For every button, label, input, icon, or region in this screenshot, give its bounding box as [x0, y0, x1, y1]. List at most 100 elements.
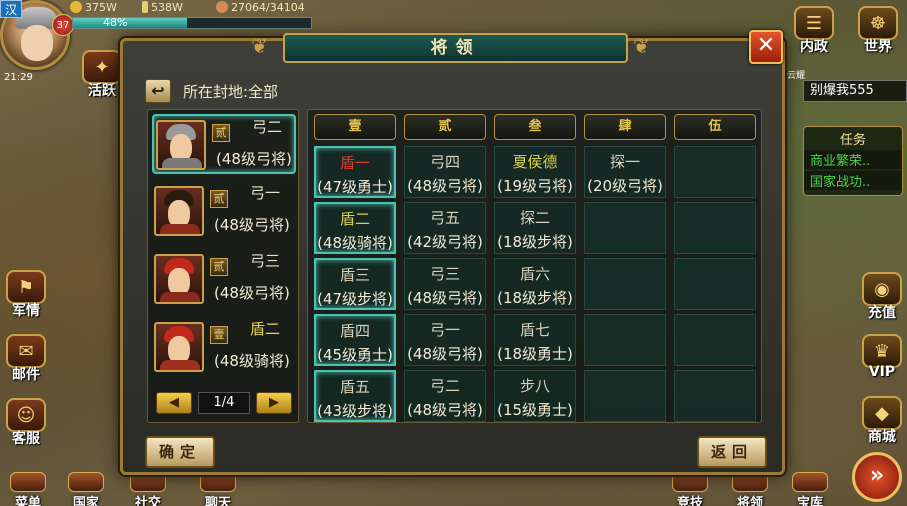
slot-general-level-class: (48级弓将) — [407, 345, 483, 363]
empty-formation-slot[interactable] — [674, 370, 756, 422]
slot-general-level-class: (48级弓将) — [407, 289, 483, 307]
formation-slot[interactable]: 盾二 (48级骑将) — [314, 202, 396, 254]
empty-formation-slot[interactable] — [584, 258, 666, 310]
military-report-icon: ⚑ — [6, 270, 46, 304]
world-button[interactable]: ☸ 世界 — [852, 6, 904, 58]
menu-label: 菜单 — [14, 496, 41, 506]
left-ornament-icon: ❦ — [251, 34, 268, 58]
social-icon — [130, 472, 166, 492]
close-modal-button[interactable]: ✕ — [749, 30, 783, 64]
confirm-button[interactable]: 确定 — [145, 436, 215, 468]
domestic-affairs-button[interactable]: ☰ 内政 — [788, 6, 840, 58]
chat-label: 聊天 — [204, 496, 231, 506]
slot-general-level-class: (47级步将) — [317, 290, 393, 308]
slot-general-name: 探一 — [609, 153, 640, 171]
slot-general-level-class: (18级步将) — [497, 289, 573, 307]
shop-label: 商城 — [868, 429, 896, 445]
mail-button[interactable]: ✉ 邮件 — [0, 334, 52, 386]
vip-button[interactable]: ♛ VIP — [856, 334, 907, 386]
formation-slot[interactable]: 盾七 (18级勇士) — [494, 314, 576, 366]
treasury-button[interactable]: 宝库 — [782, 472, 838, 506]
column-header-5: 伍 — [674, 114, 756, 140]
service-maiden-icon: ☺ — [6, 398, 46, 432]
recharge-button[interactable]: ◉ 充值 — [856, 272, 907, 324]
gold-value: 375W — [85, 1, 117, 14]
chat-button[interactable]: 聊天 — [190, 472, 246, 506]
general-level-class: (48级弓将) — [214, 216, 290, 234]
general-card-1[interactable]: 贰 弓二 (48级弓将) — [152, 114, 296, 174]
formation-slot[interactable]: 弓一 (48级弓将) — [404, 314, 486, 366]
slot-general-name: 盾七 — [519, 321, 550, 339]
social-button[interactable]: 社交 — [120, 472, 176, 506]
formation-slot[interactable]: 弓三 (48级弓将) — [404, 258, 486, 310]
nation-button[interactable]: 国家 — [58, 472, 114, 506]
formation-slot[interactable]: 盾六 (18级步将) — [494, 258, 576, 310]
formation-slot[interactable]: 弓二 (48级弓将) — [404, 370, 486, 422]
quick-action-icon[interactable]: » — [852, 452, 902, 502]
palace-icon — [68, 472, 104, 492]
arena-button[interactable]: 竞技 — [662, 472, 718, 506]
task-panel[interactable]: 任务 商业繁荣.. 国家战功.. — [803, 126, 903, 196]
mail-scroll-icon: ✉ — [6, 334, 46, 368]
fief-filter-label[interactable]: 所在封地:全部 — [183, 81, 278, 102]
formation-slot[interactable]: 盾一 (47级勇士) — [314, 146, 396, 198]
formation-slot[interactable]: 盾五 (43级步将) — [314, 370, 396, 422]
slot-general-name: 盾五 — [339, 378, 370, 396]
menu-button[interactable]: 菜单 — [0, 472, 56, 506]
mail-label: 邮件 — [12, 367, 40, 383]
treasure-icon — [792, 472, 828, 492]
empty-formation-slot[interactable] — [584, 314, 666, 366]
chat-message-bar[interactable]: 别爆我555 — [803, 80, 907, 102]
formation-slot[interactable]: 夏侯德 (19级弓将) — [494, 146, 576, 198]
generals-button[interactable]: 将领 — [722, 472, 778, 506]
slot-general-level-class: (47级勇士) — [317, 178, 393, 196]
empty-formation-slot[interactable] — [584, 202, 666, 254]
general-portrait — [154, 186, 204, 236]
empty-formation-slot[interactable] — [674, 146, 756, 198]
slot-general-level-class: (18级步将) — [497, 233, 573, 251]
back-button[interactable]: 返回 — [697, 436, 767, 468]
formation-slot[interactable]: 步八 (15级勇士) — [494, 370, 576, 422]
task-item-national-merit[interactable]: 国家战功.. — [804, 171, 902, 190]
general-card-2[interactable]: 贰 弓一 (48级弓将) — [152, 182, 296, 242]
empty-formation-slot[interactable] — [674, 202, 756, 254]
generals-modal: ❦ 将领 ❦ ↩ 所在封地:全部 贰 弓二 (48级弓将) 贰 弓一 (48级弓… — [120, 33, 785, 475]
military-report-button[interactable]: ⚑ 军情 — [0, 270, 52, 322]
slot-general-level-class: (43级步将) — [317, 402, 393, 420]
modal-title: 将领 — [283, 33, 628, 63]
empty-formation-slot[interactable] — [674, 258, 756, 310]
dragon-world-icon: ☸ — [858, 6, 898, 40]
slot-general-name: 步八 — [519, 377, 550, 395]
return-arrow-icon[interactable]: ↩ — [145, 79, 171, 103]
military-report-label: 军情 — [12, 303, 40, 319]
general-portrait — [154, 322, 204, 372]
vip-label: VIP — [868, 364, 896, 380]
formation-slot[interactable]: 盾三 (47级步将) — [314, 258, 396, 310]
shop-button[interactable]: ◆ 商城 — [856, 396, 907, 448]
formation-slot[interactable]: 探二 (18级步将) — [494, 202, 576, 254]
general-name: 弓二 — [252, 118, 283, 136]
empty-formation-slot[interactable] — [674, 314, 756, 366]
task-item-commerce[interactable]: 商业繁荣.. — [804, 150, 902, 169]
next-page-button[interactable]: ▶ — [256, 392, 292, 414]
slot-general-level-class: (20级弓将) — [587, 177, 663, 195]
formation-slot[interactable]: 弓四 (48级弓将) — [404, 146, 486, 198]
treasury-label: 宝库 — [796, 496, 823, 506]
general-card-4[interactable]: 壹 盾二 (48级骑将) — [152, 318, 296, 378]
formation-slot[interactable]: 弓五 (42级弓将) — [404, 202, 486, 254]
prev-page-button[interactable]: ◀ — [156, 392, 192, 414]
slot-general-level-class: (48级弓将) — [407, 177, 483, 195]
soldier-icon — [216, 1, 228, 13]
general-name: 弓三 — [250, 252, 281, 270]
general-list: 贰 弓二 (48级弓将) 贰 弓一 (48级弓将) 贰 弓三 (48级弓将) 壹… — [147, 109, 299, 423]
slot-general-name: 弓四 — [429, 153, 460, 171]
formation-slot[interactable]: 探一 (20级弓将) — [584, 146, 666, 198]
general-rank-badge: 贰 — [212, 124, 230, 142]
general-rank-badge: 壹 — [210, 326, 228, 344]
nation-badge: 汉 — [0, 0, 22, 18]
general-card-3[interactable]: 贰 弓三 (48级弓将) — [152, 250, 296, 310]
arena-icon — [672, 472, 708, 492]
formation-slot[interactable]: 盾四 (45级勇士) — [314, 314, 396, 366]
empty-formation-slot[interactable] — [584, 370, 666, 422]
customer-service-button[interactable]: ☺ 客服 — [0, 398, 52, 450]
